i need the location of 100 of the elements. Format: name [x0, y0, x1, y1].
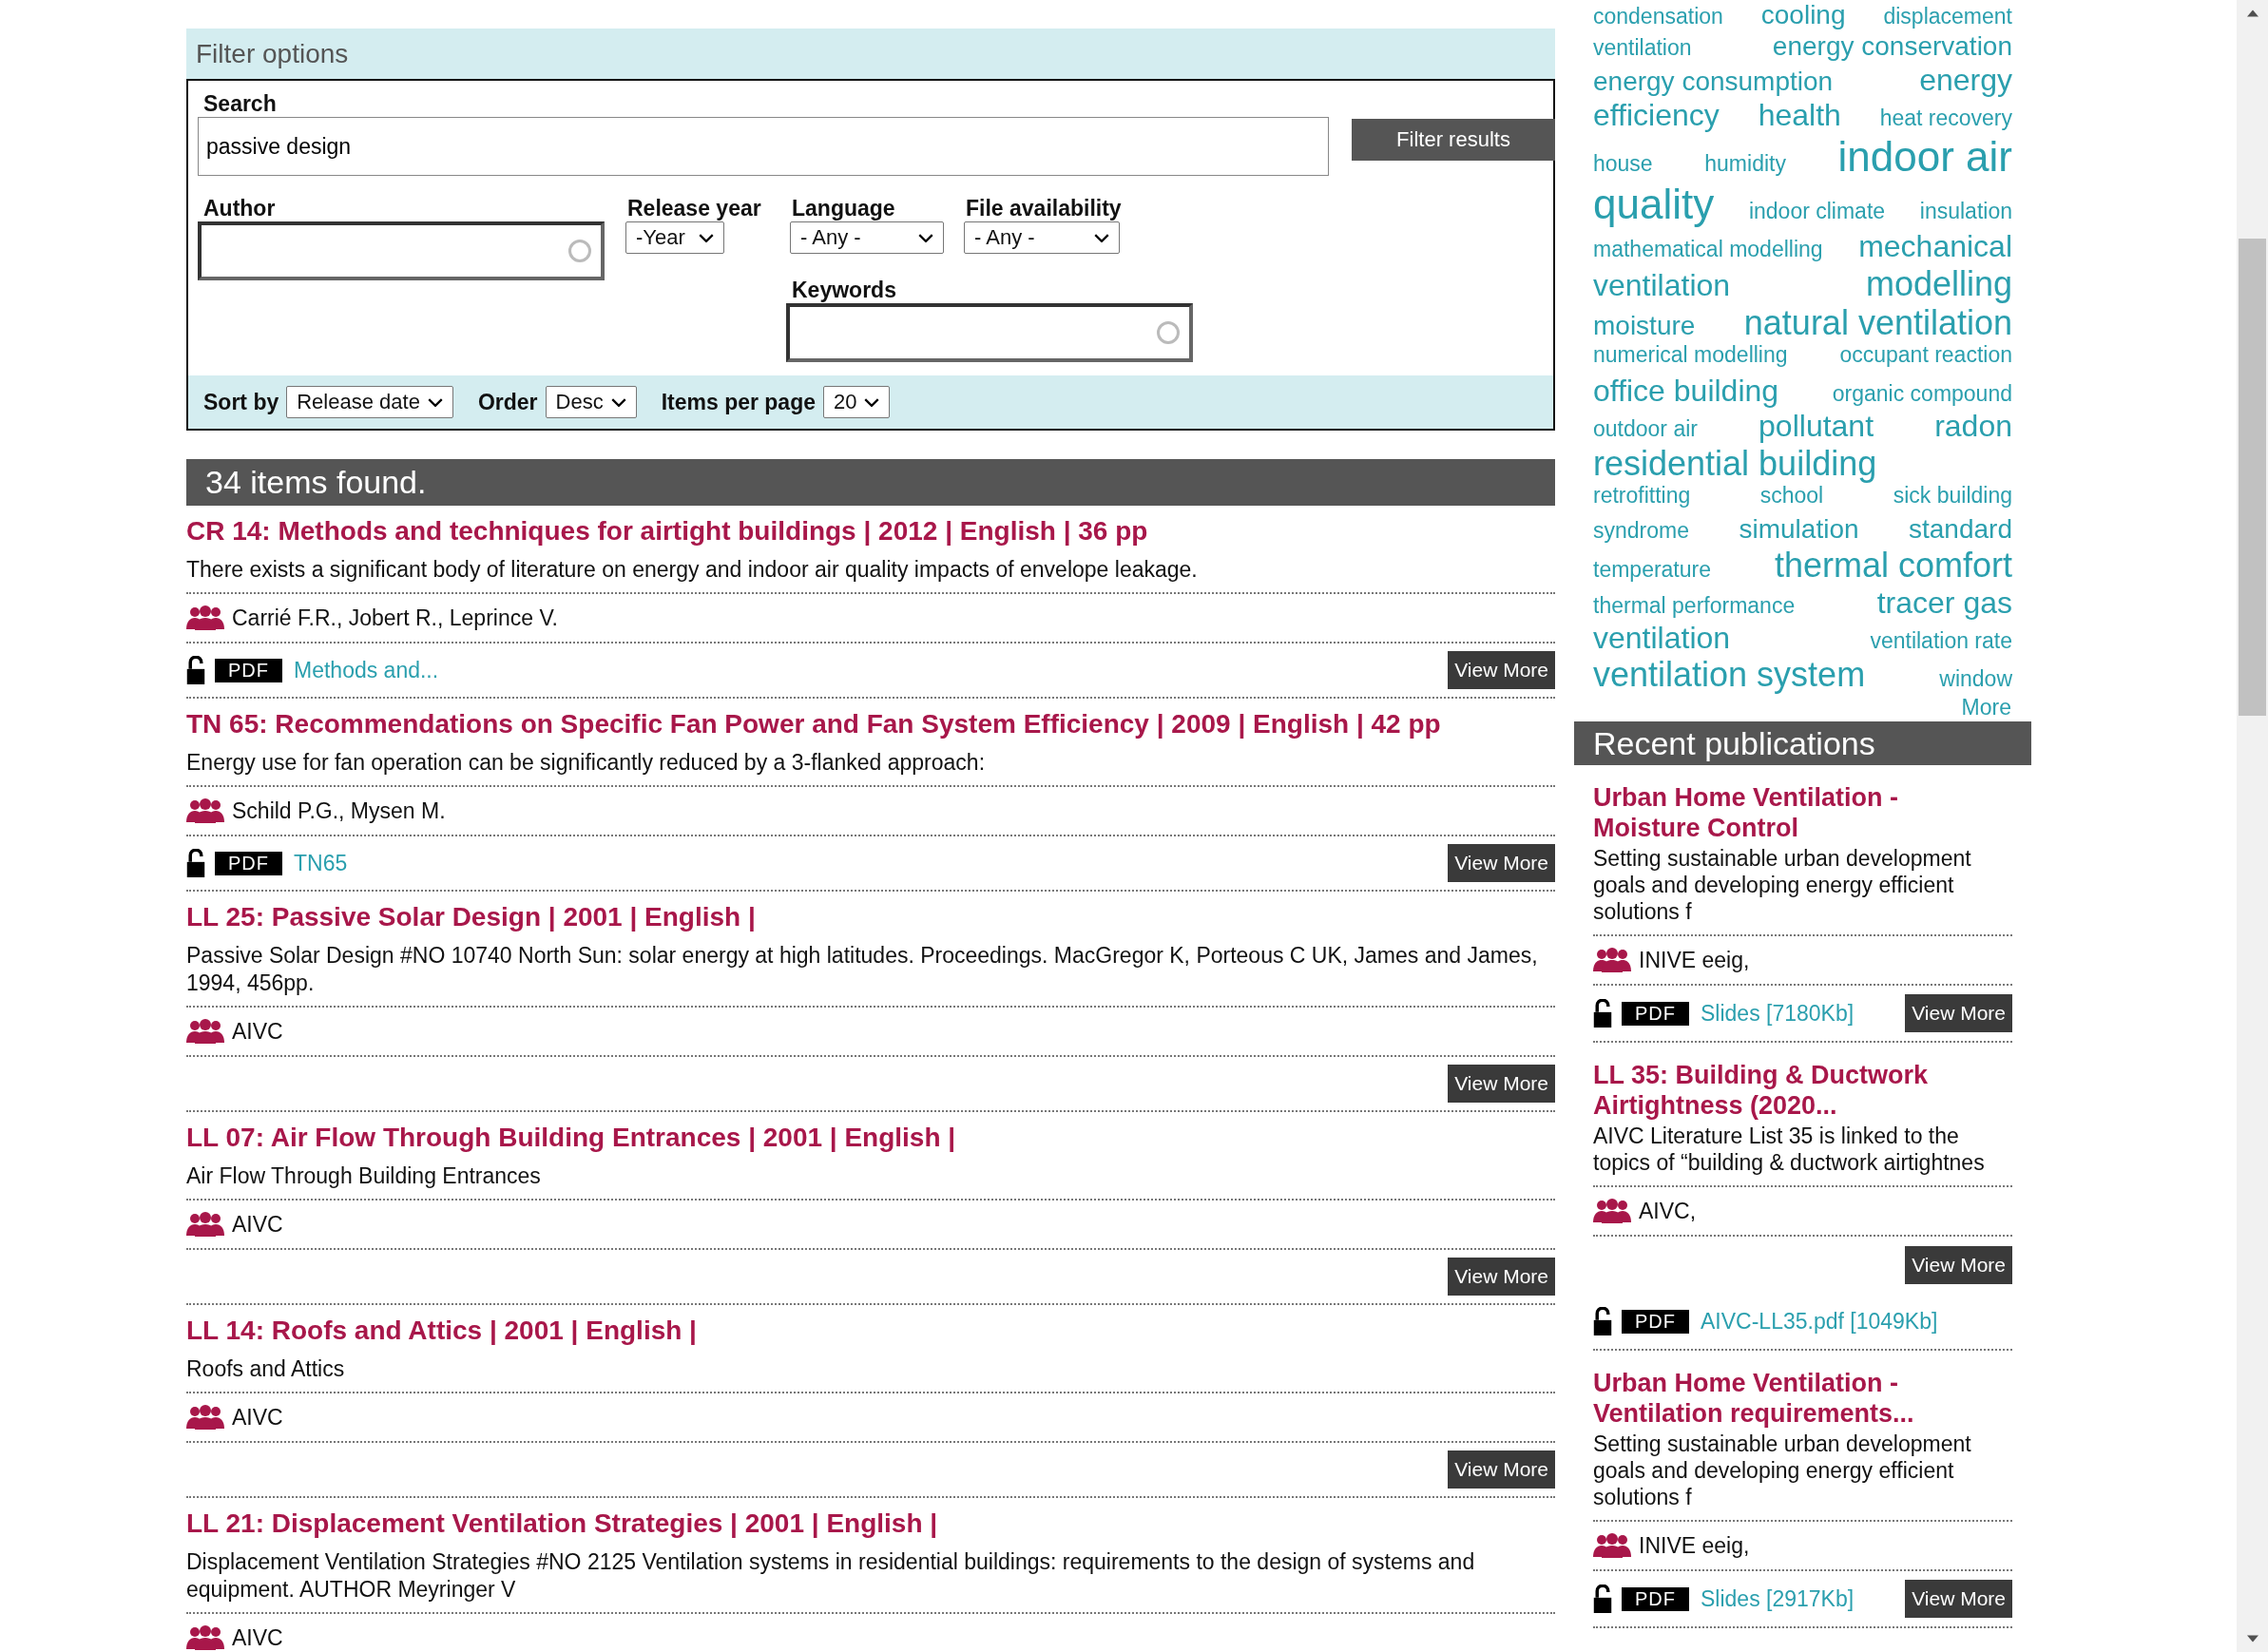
publication-summary: Air Flow Through Building Entrances [186, 1162, 1555, 1201]
tag-link[interactable]: sick building [1893, 483, 2012, 509]
dropdown[interactable]: Desc [545, 386, 637, 418]
scrollbar-thumb[interactable] [2239, 239, 2266, 716]
view-more-button[interactable]: View More [1448, 1450, 1555, 1489]
publication-title[interactable]: Urban Home Ventilation - Moisture Control [1593, 782, 2012, 844]
tag-link[interactable]: numerical modelling [1593, 342, 1788, 368]
field-label: File availability [965, 195, 1123, 221]
view-more-button[interactable]: View More [1905, 1580, 2012, 1619]
view-more-button[interactable]: View More [1448, 844, 1555, 882]
field-label: Release year [626, 195, 762, 221]
author-field[interactable] [198, 221, 605, 280]
tag-link[interactable]: indoor climate [1748, 199, 1886, 224]
tag-link[interactable]: cooling [1760, 0, 1846, 31]
tag-link[interactable]: simulation [1739, 514, 1859, 546]
tag-link[interactable]: syndrome [1593, 518, 1689, 544]
author-names: Schild P.G., Mysen M. [232, 797, 446, 824]
scroll-down-icon[interactable] [2246, 1635, 2258, 1642]
tag-link[interactable]: insulation [1919, 199, 2012, 224]
tag-link[interactable]: mathematical modelling [1593, 236, 1823, 262]
people-icon [186, 1405, 224, 1430]
tag-link[interactable]: ventilation rate [1870, 627, 2012, 653]
tag-link[interactable]: thermal performance [1593, 592, 1796, 619]
view-more-button[interactable]: View More [1905, 994, 2012, 1033]
tag-link[interactable]: natural ventilation [1743, 302, 2012, 343]
file-link[interactable]: TN65 [294, 850, 348, 876]
tag-link[interactable]: mechanical [1858, 228, 2012, 264]
tag-link[interactable]: energy consumption [1593, 67, 1834, 98]
field-label: Search [202, 90, 278, 117]
search-field[interactable]: passive design [198, 117, 1329, 176]
file-link[interactable]: Slides [2917Kb] [1701, 1585, 1855, 1612]
file-type-label: PDF [1622, 1586, 1689, 1611]
view-more-button[interactable]: View More [1905, 1246, 2012, 1285]
tag-link[interactable]: ventilation [1593, 35, 1692, 61]
author-names: Carrié F.R., Jobert R., Leprince V. [232, 605, 558, 631]
publication-title[interactable]: LL 21: Displacement Ventilation Strategies | 2001 | English | [186, 1498, 1555, 1540]
tag-link[interactable]: tracer gas [1876, 585, 2012, 621]
file-link[interactable]: Slides [7180Kb] [1701, 1000, 1855, 1027]
tag-link[interactable]: ventilation system [1593, 655, 1866, 695]
tag-link[interactable]: energy conservation [1772, 31, 2012, 63]
publication-summary: Displacement Ventilation Strategies #NO 2125 Ventilation systems in residential buildings: requirements to the design of systems and equipment. AUTHOR Meyringer V [186, 1548, 1555, 1614]
tag-link[interactable]: quality [1593, 181, 1715, 229]
publication-title[interactable]: TN 65: Recommendations on Specific Fan Power and Fan System Efficiency | 2009 | English | 42 pp [186, 699, 1555, 740]
tag-link[interactable]: displacement [1883, 4, 2012, 29]
tag-link[interactable]: condensation [1593, 4, 1723, 29]
padlock-icon [186, 656, 205, 684]
scroll-up-icon[interactable] [2246, 10, 2258, 17]
dropdown[interactable]: 20 [823, 386, 891, 418]
scrollbar[interactable] [2237, 0, 2268, 1652]
view-more-button[interactable]: View More [1448, 651, 1555, 689]
file-type-label: PDF [1622, 1309, 1689, 1334]
file-link[interactable]: Methods and... [294, 657, 439, 683]
tag-link[interactable]: pollutant [1759, 409, 1874, 444]
publication-title[interactable]: CR 14: Methods and techniques for airtight buildings | 2012 | English | 36 pp [186, 506, 1555, 547]
more-link[interactable]: More [1961, 694, 2011, 720]
author-names: INIVE eeig, [1639, 1532, 1750, 1559]
filter-header: Filter options [186, 29, 1555, 79]
tag-link[interactable]: house [1593, 150, 1653, 177]
file-link[interactable]: AIVC-LL35.pdf [1049Kb] [1701, 1308, 1938, 1335]
view-more-button[interactable]: View More [1448, 1258, 1555, 1296]
tag-link[interactable]: window [1939, 666, 2012, 692]
tag-link[interactable]: modelling [1865, 263, 2012, 303]
dropdown[interactable]: Release date [286, 386, 453, 418]
tag-link[interactable]: ventilation [1593, 620, 1731, 656]
keywords-field[interactable] [786, 303, 1193, 362]
publication-title[interactable]: LL 25: Passive Solar Design | 2001 | English | [186, 892, 1555, 933]
publication-title[interactable]: LL 14: Roofs and Attics | 2001 | English | [186, 1305, 1555, 1347]
tag-link[interactable]: moisture [1593, 310, 1696, 342]
tag-link[interactable]: standard [1909, 514, 2012, 546]
chevron-icon [864, 397, 880, 407]
tag-link[interactable]: organic compound [1832, 381, 2012, 407]
tag-link[interactable]: ventilation [1593, 267, 1731, 303]
tag-link[interactable]: radon [1934, 409, 2012, 444]
dropdown[interactable]: - Any - [964, 221, 1120, 254]
publication-title[interactable]: Urban Home Ventilation - Ventilation requirements... [1593, 1368, 2012, 1430]
file-type-label: PDF [215, 851, 282, 875]
tag-link[interactable]: outdoor air [1593, 416, 1698, 442]
publication-title[interactable]: LL 07: Air Flow Through Building Entrances | 2001 | English | [186, 1112, 1555, 1154]
tag-link[interactable]: occupant reaction [1839, 342, 2012, 368]
field-label: Order [477, 389, 538, 415]
publication-title[interactable]: LL 35: Building & Ductwork Airtightness (2020... [1593, 1060, 2012, 1122]
dropdown[interactable]: - Any - [790, 221, 944, 254]
tag-link[interactable]: thermal comfort [1774, 546, 2012, 586]
tag-link[interactable]: health [1758, 97, 1841, 133]
tag-link[interactable]: efficiency [1593, 97, 1720, 133]
tag-link[interactable]: humidity [1704, 150, 1786, 177]
tag-link[interactable]: indoor air [1837, 132, 2012, 182]
filter-results-button[interactable]: Filter results [1352, 119, 1555, 161]
recent-publications-header: Recent publications [1574, 721, 2031, 766]
tag-link[interactable]: retrofitting [1593, 483, 1691, 509]
view-more-button[interactable]: View More [1448, 1065, 1555, 1103]
tag-link[interactable]: residential building [1593, 443, 1877, 484]
padlock-icon [1593, 999, 1612, 1028]
tag-link[interactable]: heat recovery [1879, 105, 2012, 131]
dropdown[interactable]: -Year [625, 221, 724, 254]
tag-link[interactable]: office building [1593, 374, 1779, 410]
padlock-icon [1593, 1585, 1612, 1614]
tag-link[interactable]: energy [1919, 63, 2012, 98]
tag-link[interactable]: temperature [1593, 557, 1711, 583]
tag-link[interactable]: school [1759, 483, 1824, 509]
